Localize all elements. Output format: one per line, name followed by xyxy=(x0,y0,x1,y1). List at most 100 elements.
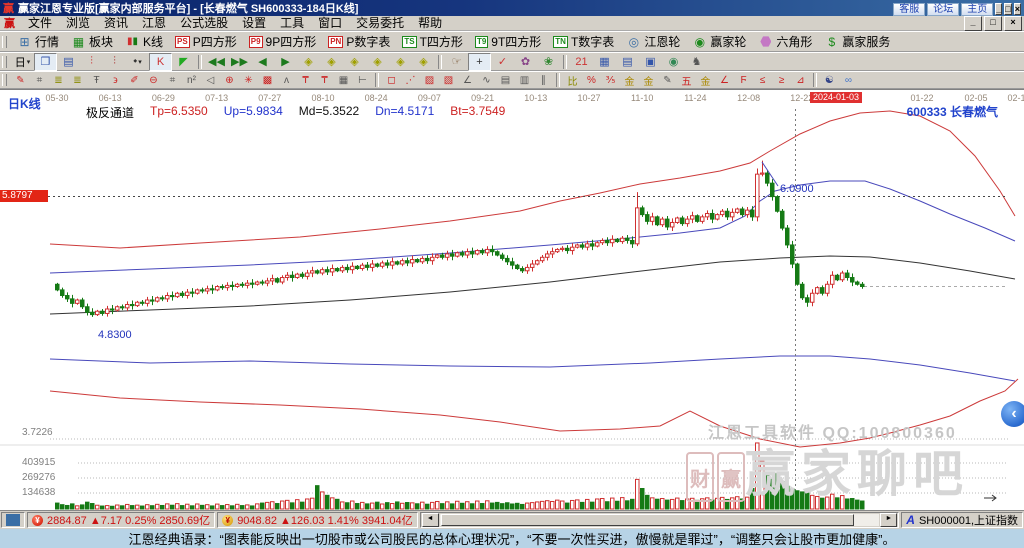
kline-button[interactable]: ▮▮K线 xyxy=(119,32,169,51)
nav-prev-icon[interactable]: ◀ xyxy=(251,53,274,71)
nav-first-icon[interactable]: ◀◀ xyxy=(205,53,228,71)
mdi-child-icon[interactable]: 赢 xyxy=(4,15,15,31)
draw-shade2-icon[interactable]: ▧ xyxy=(439,72,458,89)
period-day-dropdown[interactable]: 日▾ xyxy=(11,53,34,71)
draw-shade-icon[interactable]: ▨ xyxy=(420,72,439,89)
analyze-tool-icon[interactable]: ❀ xyxy=(537,53,560,71)
window-mode-icon[interactable]: ❒ xyxy=(34,53,57,71)
titlebar-link-3[interactable]: 主页 xyxy=(961,3,993,16)
draw-n2-icon[interactable]: n² xyxy=(182,72,201,89)
quotes-button[interactable]: ⊞行情 xyxy=(11,32,65,51)
save-icon[interactable]: ▣ xyxy=(639,53,662,71)
draw-rail-icon[interactable]: ⊢ xyxy=(353,72,372,89)
draw-hlines-icon[interactable]: ≣ xyxy=(49,72,68,89)
draw-angle-icon[interactable]: ◁ xyxy=(201,72,220,89)
draw-gold3-icon[interactable]: 金 xyxy=(696,72,715,89)
draw-pen-icon[interactable]: ✎ xyxy=(11,72,30,89)
menu-帮助[interactable]: 帮助 xyxy=(411,16,449,31)
zoom-diamond-3-icon[interactable]: ◈ xyxy=(343,53,366,71)
sidebar-drawer-button[interactable]: ‹ xyxy=(1001,401,1024,427)
menu-文件[interactable]: 文件 xyxy=(21,16,59,31)
report-icon[interactable]: ▤ xyxy=(616,53,639,71)
draw-net-icon[interactable]: ▦ xyxy=(334,72,353,89)
t-square-button[interactable]: TST四方形 xyxy=(396,32,469,51)
pan-tool-icon[interactable]: ☞ xyxy=(445,53,468,71)
9p-square-button[interactable]: P99P四方形 xyxy=(243,32,322,51)
index-quote-cell[interactable]: A SH000001,上证指数 xyxy=(901,512,1023,528)
draw-star-icon[interactable]: ✳ xyxy=(239,72,258,89)
gann-tool-icon[interactable]: ✿ xyxy=(514,53,537,71)
draw-box-icon[interactable]: ▩ xyxy=(258,72,277,89)
zoom-diamond-1-icon[interactable]: ◈ xyxy=(297,53,320,71)
draw-tri-icon[interactable]: ⊿ xyxy=(791,72,810,89)
menu-窗口[interactable]: 窗口 xyxy=(311,16,349,31)
titlebar-link-1[interactable]: 客服 xyxy=(893,3,925,16)
draw-panel2-icon[interactable]: ▥ xyxy=(515,72,534,89)
draw-f-icon[interactable]: Ϝ xyxy=(734,72,753,89)
flag-icon[interactable]: ◤ xyxy=(172,53,195,71)
winner-wheel-button[interactable]: ◉赢家轮 xyxy=(686,32,752,51)
scroll-right-icon[interactable]: ► xyxy=(880,513,897,527)
nav-last-icon[interactable]: ▶▶ xyxy=(228,53,251,71)
draw-target-icon[interactable]: ⊕ xyxy=(220,72,239,89)
draw-percent-icon[interactable]: % xyxy=(582,72,601,89)
draw-five-icon[interactable]: 五 xyxy=(677,72,696,89)
draw-gold2-icon[interactable]: 金 xyxy=(639,72,658,89)
draw-tline-icon[interactable]: Ŧ xyxy=(87,72,106,89)
minimize-button[interactable]: _ xyxy=(995,3,1002,15)
zoom-diamond-5-icon[interactable]: ◈ xyxy=(389,53,412,71)
draw-sine-icon[interactable]: ∿ xyxy=(477,72,496,89)
taiji-icon[interactable]: ☯ xyxy=(820,72,839,89)
draw-frame-icon[interactable]: ◻ xyxy=(382,72,401,89)
child-close-button[interactable]: × xyxy=(1004,16,1022,31)
p-square-button[interactable]: PSP四方形 xyxy=(169,32,243,51)
t-number-table-button[interactable]: TNT数字表 xyxy=(547,32,620,51)
scrollbar-thumb[interactable] xyxy=(441,514,854,526)
draw-circle-icon[interactable]: ⊖ xyxy=(144,72,163,89)
close-button[interactable]: × xyxy=(1014,3,1021,15)
draw-grid-icon[interactable]: ⌗ xyxy=(30,72,49,89)
nav-next-icon[interactable]: ▶ xyxy=(274,53,297,71)
draw-percent5-icon[interactable]: ⅗ xyxy=(601,72,620,89)
draw-fork2-icon[interactable]: ₸ xyxy=(315,72,334,89)
sh-index-cell[interactable]: ¥ 2884.87 ▲7.17 0.25% 2850.69亿 xyxy=(27,512,215,528)
draw-angle2-icon[interactable]: ∠ xyxy=(458,72,477,89)
zoom-diamond-4-icon[interactable]: ◈ xyxy=(366,53,389,71)
candle-style-dropdown[interactable]: ⬩▾ xyxy=(126,53,149,71)
draw-par-icon[interactable]: ∥ xyxy=(534,72,553,89)
scrollbar-track[interactable] xyxy=(440,514,880,526)
draw-pen2-icon[interactable]: ✐ xyxy=(125,72,144,89)
chart-scrollbar[interactable]: ◄ ► xyxy=(420,512,900,528)
mark-tool-icon[interactable]: ✓ xyxy=(491,53,514,71)
calculator-icon[interactable]: ▦ xyxy=(593,53,616,71)
menu-设置[interactable]: 设置 xyxy=(235,16,273,31)
menu-资讯[interactable]: 资讯 xyxy=(97,16,135,31)
order-icon[interactable]: ♞ xyxy=(685,53,708,71)
draw-brush-icon[interactable]: ✎ xyxy=(658,72,677,89)
draw-gold-icon[interactable]: 金 xyxy=(620,72,639,89)
mini-kline2-icon[interactable]: ⫶ xyxy=(103,53,126,71)
draw-grid2-icon[interactable]: ⌗ xyxy=(163,72,182,89)
draw-ge-icon[interactable]: ≥ xyxy=(772,72,791,89)
winner-service-button[interactable]: $赢家服务 xyxy=(818,32,896,51)
menu-交易委托[interactable]: 交易委托 xyxy=(349,16,411,31)
draw-ratio-icon[interactable]: 比 xyxy=(563,72,582,89)
menu-工具[interactable]: 工具 xyxy=(273,16,311,31)
mini-kline-icon[interactable]: ⫶ xyxy=(80,53,103,71)
scroll-left-icon[interactable]: ◄ xyxy=(422,513,439,527)
menu-浏览[interactable]: 浏览 xyxy=(59,16,97,31)
draw-panel-icon[interactable]: ▤ xyxy=(496,72,515,89)
draw-arc-icon[interactable]: ϶ xyxy=(106,72,125,89)
calendar-21-icon[interactable]: 21 xyxy=(570,53,593,71)
gann-wheel-button[interactable]: ◎江恩轮 xyxy=(620,32,686,51)
menu-江恩[interactable]: 江恩 xyxy=(135,16,173,31)
hexagon-button[interactable]: 六角形 xyxy=(752,32,818,51)
child-minimize-button[interactable]: _ xyxy=(964,16,982,31)
kline-type-icon[interactable]: K xyxy=(149,53,172,71)
draw-fork-icon[interactable]: ₸ xyxy=(296,72,315,89)
sectors-button[interactable]: ▦板块 xyxy=(65,32,119,51)
child-restore-button[interactable]: □ xyxy=(984,16,1002,31)
quote-page-icon[interactable]: ▤ xyxy=(57,53,80,71)
web-icon[interactable]: ◉ xyxy=(662,53,685,71)
p-number-table-button[interactable]: PNP数字表 xyxy=(322,32,396,51)
